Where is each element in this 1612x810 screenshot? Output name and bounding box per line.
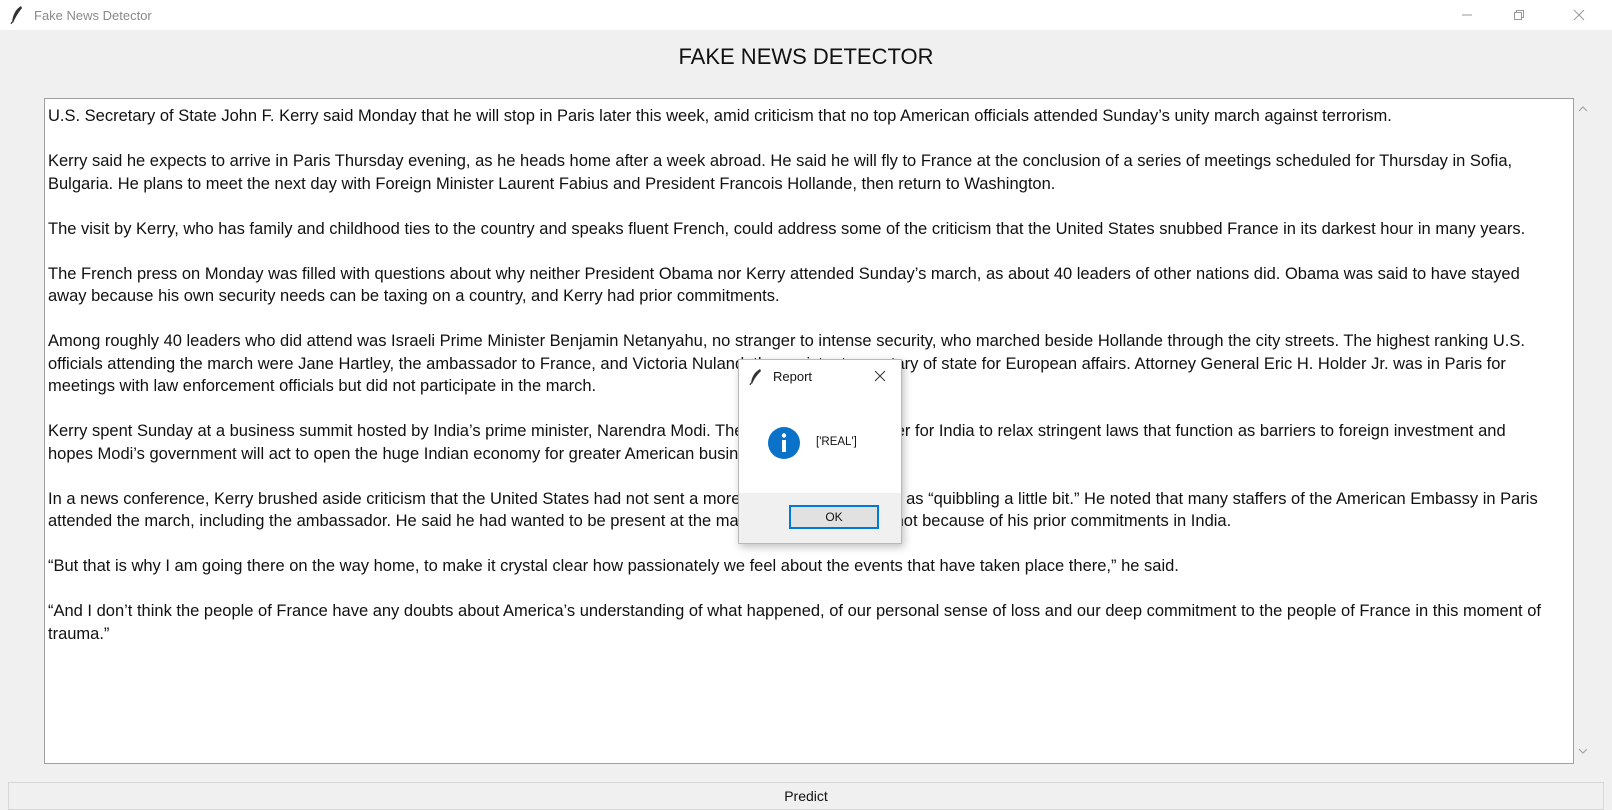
minimize-button[interactable] (1444, 0, 1490, 30)
dialog-close-button[interactable] (869, 366, 891, 386)
chevron-down-icon[interactable] (1577, 746, 1589, 756)
report-dialog: Report ['REAL'] OK (738, 359, 902, 544)
predict-button[interactable]: Predict (8, 782, 1604, 810)
article-paragraph: The French press on Monday was filled wi… (48, 264, 1520, 306)
article-paragraph: The visit by Kerry, who has family and c… (48, 219, 1526, 238)
close-icon (874, 370, 886, 382)
dialog-footer: OK (739, 493, 901, 543)
app-heading: FAKE NEWS DETECTOR (678, 44, 934, 69)
close-icon (1573, 9, 1585, 21)
window-title: Fake News Detector (34, 8, 152, 23)
close-button[interactable] (1556, 0, 1602, 30)
article-paragraph: “But that is why I am going there on the… (48, 557, 1179, 575)
article-paragraph: Kerry said he expects to arrive in Paris… (48, 152, 1513, 193)
chevron-up-icon[interactable] (1577, 104, 1589, 114)
title-bar: Fake News Detector (0, 0, 1612, 30)
dialog-title-bar: Report (739, 360, 901, 392)
article-paragraph: “And I don’t think the people of France … (48, 602, 1541, 643)
feather-icon (749, 369, 761, 386)
article-paragraph: U.S. Secretary of State John F. Kerry sa… (48, 107, 1392, 125)
info-icon (768, 427, 800, 459)
app-window: Fake News Detector FAKE NEWS DETECTOR U.… (0, 0, 1612, 810)
restore-button[interactable] (1496, 0, 1542, 30)
feather-icon (10, 6, 22, 25)
minimize-icon (1462, 14, 1472, 16)
dialog-title: Report (773, 369, 813, 384)
restore-icon (1514, 10, 1524, 20)
dialog-message: ['REAL'] (816, 436, 857, 448)
vertical-scrollbar[interactable] (1574, 98, 1592, 764)
ok-button[interactable]: OK (789, 505, 879, 529)
